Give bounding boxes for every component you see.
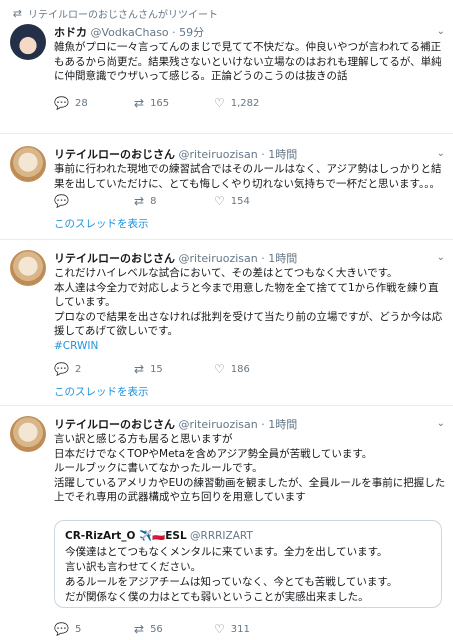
author-handle[interactable]: @riteiruozisan — [179, 148, 258, 161]
tweet-actions: 💬 2 ⇄ 15 ♡ 186 — [54, 362, 384, 376]
retweet-button[interactable]: ⇄ 15 — [134, 362, 214, 376]
show-thread-link[interactable]: このスレッドを表示 — [54, 384, 149, 399]
chevron-down-icon[interactable]: ⌄ — [437, 418, 445, 429]
like-button[interactable]: ♡ 1,282 — [214, 96, 294, 110]
retweet-button[interactable]: ⇄ 165 — [134, 96, 214, 110]
tweet-4[interactable]: リテイルローのおじさん @riteiruozisan · 1時間 ⌄ 言い訳と感… — [0, 406, 453, 640]
quoted-author-handle: @RRRIZART — [190, 530, 253, 542]
tweet-2[interactable]: リテイルローのおじさん @riteiruozisan · 1時間 ⌄ 事前に行わ… — [0, 134, 453, 240]
show-thread-link[interactable]: このスレッドを表示 — [54, 216, 149, 231]
chevron-down-icon[interactable]: ⌄ — [437, 252, 445, 263]
like-button[interactable]: ♡ 154 — [214, 194, 294, 208]
avatar[interactable] — [10, 250, 46, 286]
tweet-header: リテイルローのおじさん @riteiruozisan · 1時間 — [54, 252, 298, 265]
hashtag-link[interactable]: #CRWIN — [54, 340, 98, 352]
quoted-tweet-header: CR-RizArt_O ✈️🇵🇱ESL @RRRIZART — [65, 529, 431, 542]
like-button[interactable]: ♡ 311 — [214, 622, 294, 636]
tweet-header: ホドカ @VodkaChaso · 59分 — [54, 26, 205, 39]
author-name[interactable]: ホドカ — [54, 26, 87, 39]
tweet-actions: 💬 ⇄ 8 ♡ 154 — [54, 194, 384, 208]
tweet-actions: 💬 5 ⇄ 56 ♡ 311 — [54, 622, 384, 636]
like-button[interactable]: ♡ 186 — [214, 362, 294, 376]
author-handle[interactable]: @riteiruozisan — [179, 418, 258, 431]
heart-icon: ♡ — [214, 622, 225, 636]
avatar[interactable] — [10, 24, 46, 60]
retweet-notice: ⇄ リテイルローのおじさんさんがリツイート — [6, 6, 218, 21]
reply-button[interactable]: 💬 2 — [54, 362, 134, 376]
avatar[interactable] — [10, 416, 46, 452]
timestamp[interactable]: 1時間 — [268, 252, 297, 265]
heart-icon: ♡ — [214, 194, 225, 208]
retweet-icon: ⇄ — [134, 194, 145, 208]
timestamp[interactable]: 59分 — [179, 26, 204, 39]
timestamp[interactable]: 1時間 — [268, 148, 297, 161]
tweet-3[interactable]: リテイルローのおじさん @riteiruozisan · 1時間 ⌄ これだけハ… — [0, 240, 453, 406]
retweet-button[interactable]: ⇄ 56 — [134, 622, 214, 636]
tweet-1[interactable]: ⇄ リテイルローのおじさんさんがリツイート ホドカ @VodkaChaso · … — [0, 0, 453, 134]
retweet-icon: ⇄ — [134, 96, 145, 110]
reply-icon: 💬 — [54, 194, 69, 208]
reply-icon: 💬 — [54, 362, 69, 376]
author-handle[interactable]: @VodkaChaso — [91, 26, 169, 39]
reply-button[interactable]: 💬 — [54, 194, 134, 208]
avatar[interactable] — [10, 146, 46, 182]
retweet-icon: ⇄ — [12, 7, 22, 20]
reply-icon: 💬 — [54, 622, 69, 636]
chevron-down-icon[interactable]: ⌄ — [437, 148, 445, 159]
heart-icon: ♡ — [214, 96, 225, 110]
tweet-text: 事前に行われた現地での練習試合ではそのルールはなく、アジア勢はしっかりと結果を出… — [54, 163, 442, 190]
quoted-tweet[interactable]: CR-RizArt_O ✈️🇵🇱ESL @RRRIZART 今僕達はとてつもなく… — [54, 520, 442, 608]
tweet-text: これだけハイレベルな試合において、その差はとてつもなく大きいです。 本人達は今全… — [54, 267, 443, 352]
timestamp[interactable]: 1時間 — [268, 418, 297, 431]
reply-button[interactable]: 💬 28 — [54, 96, 134, 110]
author-handle[interactable]: @riteiruozisan — [179, 252, 258, 265]
retweet-icon: ⇄ — [134, 362, 145, 376]
author-name[interactable]: リテイルローのおじさん — [54, 418, 175, 431]
tweet-text: 言い訳と感じる方も居ると思いますが 日本だけでなくTOPやMetaを含めアジア勢… — [54, 433, 446, 504]
tweet-text: 雑魚がプロに一々言ってんのまじで見てて不快だな。仲良いやつが言われてる補正もある… — [54, 41, 442, 83]
retweet-button[interactable]: ⇄ 8 — [134, 194, 214, 208]
quoted-author-name: CR-RizArt_O ✈️🇵🇱ESL — [65, 530, 187, 542]
reply-icon: 💬 — [54, 96, 69, 110]
author-name[interactable]: リテイルローのおじさん — [54, 252, 175, 265]
tweet-actions: 💬 28 ⇄ 165 ♡ 1,282 — [54, 96, 384, 110]
author-name[interactable]: リテイルローのおじさん — [54, 148, 175, 161]
retweet-icon: ⇄ — [134, 622, 145, 636]
quoted-tweet-text: 今僕達はとてつもなくメンタルに来ています。全力を出しています。 言い訳も言わせて… — [65, 546, 398, 603]
reply-button[interactable]: 💬 5 — [54, 622, 134, 636]
tweet-header: リテイルローのおじさん @riteiruozisan · 1時間 — [54, 418, 298, 431]
tweet-header: リテイルローのおじさん @riteiruozisan · 1時間 — [54, 148, 298, 161]
heart-icon: ♡ — [214, 362, 225, 376]
chevron-down-icon[interactable]: ⌄ — [437, 26, 445, 37]
